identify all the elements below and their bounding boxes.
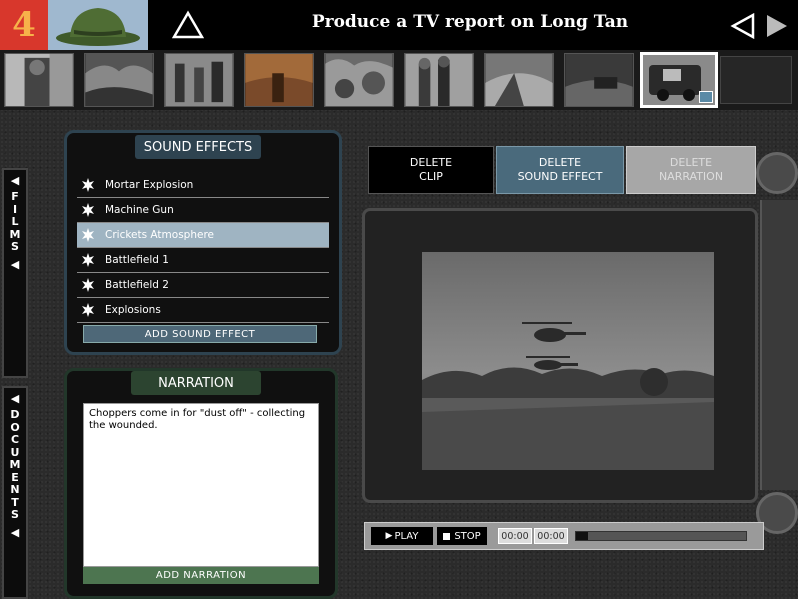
tab-arrow-icon: ◀ [10,257,20,271]
sound-effect-item[interactable]: Machine Gun [77,198,329,223]
timeline-scrubber[interactable] [575,531,747,541]
sound-splat-icon [82,178,94,192]
clip-thumbnail[interactable] [244,53,314,107]
empty-clip-slot [720,56,792,104]
tab-arrow-icon: ◀ [10,392,20,405]
sound-effects-list: Mortar Explosion Machine Gun Crickets Atmo… [77,173,329,323]
sound-splat-icon [82,228,94,242]
narration-panel: NARRATION Choppers come in for "dust off… [64,368,338,599]
sound-effect-label: Explosions [105,304,161,316]
sound-effects-panel: SOUND EFFECTS Mortar Explosion Machine Gu… [64,130,342,355]
sound-effects-header: SOUND EFFECTS [135,135,261,159]
sound-splat-icon [82,253,94,267]
sound-effect-label: Crickets Atmosphere [105,229,214,241]
delete-sound-effect-button[interactable]: DELETE SOUND EFFECT [496,146,624,194]
clip-thumbnail[interactable] [324,53,394,107]
clip-thumbnail[interactable] [564,53,634,107]
current-time: 00:00 [498,528,532,544]
tv-preview [362,208,758,503]
slouch-hat-icon [48,0,148,50]
page-title: Produce a TV report on Long Tan [311,12,629,32]
timeline-playhead[interactable] [576,532,588,540]
playback-controls: ▶ PLAY STOP 00:00 00:00 [364,522,764,550]
documents-tab[interactable]: ◀ D O C U M E N T S ◀ [2,386,28,599]
next-arrow-icon[interactable] [764,13,790,39]
stop-icon [443,532,451,540]
previous-arrow-icon[interactable] [730,13,756,39]
tab-arrow-icon: ◀ [10,174,20,187]
clip-thumbnail-selected[interactable] [640,52,718,108]
clip-thumbnail[interactable] [4,53,74,107]
sound-effect-item[interactable]: Mortar Explosion [77,173,329,198]
video-screen[interactable] [422,252,714,470]
clip-thumbnail[interactable] [404,53,474,107]
sound-effect-label: Battlefield 2 [105,279,169,291]
sound-effect-item[interactable]: Explosions [77,298,329,323]
sound-effect-label: Battlefield 1 [105,254,169,266]
channel-4-logo: 4 [0,0,48,50]
stop-button[interactable]: STOP [437,527,487,545]
play-icon: ▶ [385,531,393,541]
sound-effect-label: Machine Gun [105,204,174,216]
delete-narration-button[interactable]: DELETE NARRATION [626,146,756,194]
films-tab-label: F I L M S [9,190,21,253]
top-bar: 4 Produce a TV report on Long Tan [0,0,798,50]
documents-tab-label: D O C U M E N T S [9,408,21,521]
stop-label: STOP [454,530,481,542]
play-button[interactable]: ▶ PLAY [371,527,433,545]
total-time: 00:00 [534,528,568,544]
film-reel-icon [756,152,798,194]
clip-thumbnail[interactable] [484,53,554,107]
sound-effect-label: Mortar Explosion [105,179,194,191]
clip-thumbnail[interactable] [84,53,154,107]
narration-textarea[interactable]: Choppers come in for "dust off" - collec… [83,403,319,567]
tab-arrow-icon: ◀ [10,525,20,539]
play-label: PLAY [394,530,419,542]
sound-splat-icon [82,278,94,292]
films-tab[interactable]: ◀ F I L M S ◀ [2,168,28,378]
delete-clip-button[interactable]: DELETE CLIP [368,146,494,194]
add-narration-button[interactable]: ADD NARRATION [83,567,319,584]
home-triangle-icon[interactable] [172,10,204,40]
narration-header: NARRATION [131,371,261,395]
sound-effect-item[interactable]: Battlefield 1 [77,248,329,273]
clip-filmstrip [0,50,798,110]
sound-effect-item[interactable]: Crickets Atmosphere [77,223,329,248]
add-sound-effect-button[interactable]: ADD SOUND EFFECT [83,325,317,343]
sound-effect-item[interactable]: Battlefield 2 [77,273,329,298]
right-decorative-rail [760,200,798,490]
sound-splat-icon [82,303,94,317]
delete-toolbar: DELETE CLIP DELETE SOUND EFFECT DELETE N… [362,140,758,198]
sound-splat-icon [82,203,94,217]
sound-badge-icon [699,91,713,103]
clip-thumbnail[interactable] [164,53,234,107]
